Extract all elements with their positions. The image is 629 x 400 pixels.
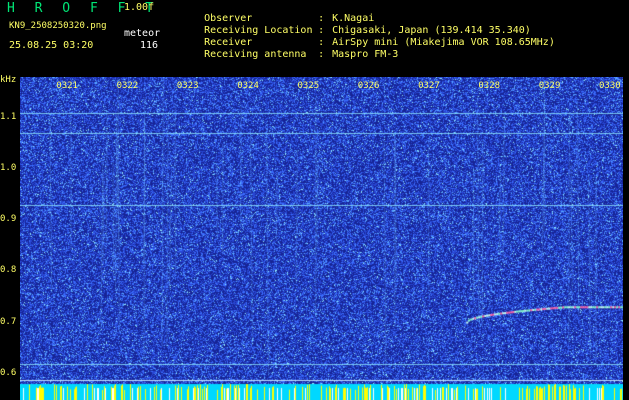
y-tick-label: 0.8 [0,265,17,276]
y-tick-label: 0.7 [0,316,17,327]
x-tick-label: 0324 [237,81,259,91]
x-tick-label: 0323 [176,81,199,91]
x-tick-label: 0329 [538,81,561,91]
x-tick-label: 0327 [418,81,440,91]
x-tick-label: 0330 [599,81,621,91]
y-axis-unit: kHz [0,75,17,85]
x-tick-label: 0322 [116,81,139,91]
y-tick-label: 0.6 [0,367,17,378]
version-label: 1.00f [124,2,155,13]
y-tick-label: 1.1 [0,111,17,122]
date-time: 25.08.25 03:20 [9,40,94,51]
file-name: KN9_2508250320.png [9,21,107,31]
x-tick-label: 0328 [478,81,501,91]
info-value: Maspro FM-3 [332,49,399,60]
y-tick-label: 1.0 [0,163,17,174]
x-tick-label: 0326 [357,81,380,91]
spectrogram-plot [20,77,623,400]
info-row-antenna: Receiving antenna: Maspro FM-3 [204,49,399,60]
info-label: Receiving antenna [204,49,307,60]
x-tick-label: 0321 [56,81,78,91]
meteor-count: 116 [140,40,159,51]
meteor-label: meteor [124,28,161,39]
y-tick-label: 0.9 [0,214,17,225]
header-panel: H R O F F T 1.00f KN9_2508250320.png met… [0,0,629,74]
x-tick-label: 0325 [297,81,320,91]
